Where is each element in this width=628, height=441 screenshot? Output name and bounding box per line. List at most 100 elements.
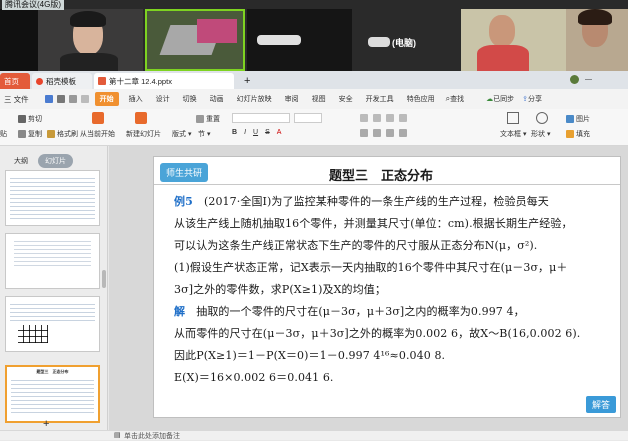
underline-button[interactable]: U [253,129,258,136]
textbox-button[interactable]: 文本框 ▾ [500,129,527,139]
tab-template[interactable]: 稻壳模板 [32,73,92,89]
video-tile-7[interactable] [566,9,628,71]
layout-button[interactable]: 版式 ▾ [172,129,192,139]
menu-insert[interactable]: 插入 [129,94,143,104]
indent-icon[interactable] [386,114,394,122]
search-label[interactable]: 查找 [450,94,464,104]
menu-features[interactable]: 特色应用 [407,94,435,104]
quick-access-icons [44,95,89,103]
bullet-list-icon[interactable] [360,114,368,122]
font-size-select[interactable] [294,113,322,123]
font-color-icon[interactable]: A [277,129,282,136]
menu-start[interactable]: 开始 [94,92,119,106]
slide-panel: 大纲 幻灯片 题型三 正态分布 + [0,146,108,430]
video-tile-4[interactable] [247,9,352,71]
menu-transition[interactable]: 切换 [183,94,197,104]
example-label: 例5 [174,195,193,208]
font-name-select[interactable] [232,113,290,123]
video-tile-6[interactable] [461,9,566,71]
slide-thumbnail[interactable] [5,170,100,226]
image-button[interactable]: 图片 [566,114,590,124]
chevron-down-icon: ▾ [188,131,192,138]
italic-button[interactable]: I [244,129,246,136]
panel-scrollbar[interactable] [102,270,106,288]
slide-badge: 师生共研 [160,163,209,182]
chevron-down-icon: ▾ [547,131,551,138]
align-right-icon[interactable] [386,129,394,137]
paragraph-tools [360,114,407,122]
new-slide-icon[interactable] [135,112,147,124]
menu-developer[interactable]: 开发工具 [366,94,394,104]
chevron-down-icon: ▾ [207,131,211,138]
chevron-down-icon: ▾ [523,131,527,138]
solution-text-3: 因此P(X≥1)＝1－P(X＝0)＝1－0.997 4¹⁶≈0.040 8. [174,349,446,362]
menu-view[interactable]: 视图 [312,94,326,104]
textbox-icon[interactable] [507,112,519,124]
tab-home[interactable]: 首页 [0,73,30,89]
participant-hair [70,11,106,27]
video-tile-5[interactable]: (电脑) [354,9,459,71]
share-button[interactable]: 分享 [528,94,542,104]
scissors-icon [18,115,26,123]
new-slide-button[interactable]: 新建幻灯片 [126,129,161,139]
tab-outline[interactable]: 大纲 [14,156,28,166]
slide-thumbnail[interactable] [5,296,100,352]
fill-label: 填充 [576,131,590,138]
menu-animation[interactable]: 动画 [210,94,224,104]
fill-button[interactable]: 填充 [566,129,590,139]
reset-button[interactable]: 重置 [196,114,220,124]
question-text-1: (1)假设生产状态正常，记X表示一天内抽取的16个零件中其尺寸在(μ－3σ，μ＋ [174,261,568,274]
slide-thumbnail[interactable] [5,233,100,289]
slide-title: 题型三 正态分布 [329,169,434,184]
bold-button[interactable]: B [232,129,237,136]
sync-status[interactable]: 已同步 [493,94,514,104]
minimize-icon[interactable]: — [585,76,592,83]
copy-button[interactable]: 复制 [18,129,42,139]
format-painter-label: 格式刷 [57,131,78,138]
justify-icon[interactable] [399,129,407,137]
strikethrough-button[interactable]: S [265,129,270,136]
play-icon[interactable] [92,112,104,124]
brush-icon [47,130,55,138]
menu-security[interactable]: 安全 [339,94,353,104]
shape-button[interactable]: 形状 ▾ [531,129,551,139]
align-center-icon[interactable] [373,129,381,137]
problem-text-2: 从该生产线上随机抽取16个零件，并测量其尺寸(单位：cm).根据长期生产经验， [174,217,573,230]
number-list-icon[interactable] [373,114,381,122]
video-tile-3[interactable] [145,9,245,71]
user-avatar-icon[interactable] [570,75,579,84]
menu-file[interactable]: 三 文件 [4,94,29,105]
redo-icon[interactable] [80,95,89,103]
save-icon[interactable] [44,95,53,103]
example-line-1: 例5 (2017·全国Ⅰ)为了监控某种零件的一条生产线的生产过程，检验员每天 [174,193,549,209]
menu-design[interactable]: 设计 [156,94,170,104]
thumbnail-text [10,175,95,219]
print-icon[interactable] [56,95,65,103]
format-painter-button[interactable]: 格式刷 [47,129,78,139]
participant-head-2 [489,15,515,47]
menu-slideshow[interactable]: 幻灯片放映 [237,94,272,104]
answer-button[interactable]: 解答 [585,396,616,413]
video-tile-2[interactable] [38,9,143,71]
tab-file[interactable]: 第十二章 12.4.pptx [94,73,234,89]
section-button[interactable]: 节 ▾ [198,129,211,139]
add-slide-button[interactable]: + [43,418,49,430]
tab-slides[interactable]: 幻灯片 [38,154,73,168]
undo-icon[interactable] [68,95,77,103]
add-tab-button[interactable]: + [240,73,254,89]
window-controls: — [570,75,592,84]
paste-button[interactable]: 贴 [0,129,7,139]
slide-thumbnail-active[interactable]: 题型三 正态分布 [5,365,100,423]
play-from-current-button[interactable]: 从当前开始 [80,129,115,139]
align-left-icon[interactable] [360,129,368,137]
line-spacing-icon[interactable] [399,114,407,122]
cut-button[interactable]: 剪切 [18,114,42,124]
menu-review[interactable]: 审阅 [285,94,299,104]
solution-line-1: 解 抽取的一个零件的尺寸在(μ－3σ，μ＋3σ]之内的概率为0.997 4， [174,303,525,319]
slide-canvas[interactable]: 师生共研 题型三 正态分布 例5 (2017·全国Ⅰ)为了监控某种零件的一条生产… [153,156,621,418]
meeting-title: 腾讯会议(4G版) [2,0,64,10]
ppt-icon [98,77,106,85]
shape-icon[interactable] [536,112,548,124]
title-underline [154,184,620,185]
participant-body [60,53,118,71]
